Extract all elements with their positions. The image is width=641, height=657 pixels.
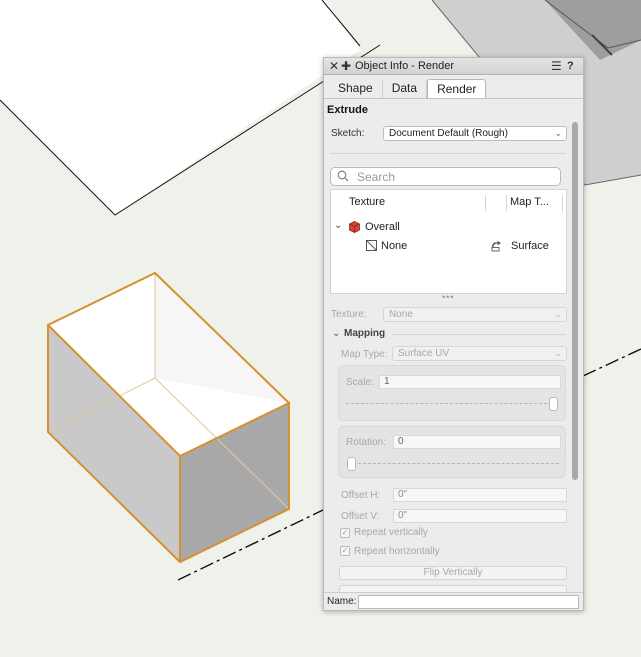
scale-group (338, 365, 566, 421)
chevron-down-icon: ⌄ (554, 348, 562, 358)
texture-tree[interactable]: Texture Map T... ⌄ Overall None Surface (330, 189, 567, 294)
tree-row-overall[interactable]: Overall (365, 221, 400, 233)
surface-mapping-icon (491, 240, 501, 252)
column-separator (562, 195, 563, 211)
column-header-map-type[interactable]: Map T... (510, 196, 549, 208)
texture-cube-icon (349, 221, 360, 233)
palette-scrollbar[interactable] (572, 122, 578, 480)
sketch-value: Document Default (Rough) (389, 128, 508, 139)
search-icon (337, 170, 349, 182)
palette-titlebar[interactable]: ✕ ✚ Object Info - Render ☰ ? (324, 58, 583, 75)
repeat-vertically-checkbox[interactable]: ✓ (340, 528, 350, 538)
search-placeholder: Search (357, 170, 396, 184)
texture-select[interactable]: None ⌄ (383, 307, 567, 322)
chevron-down-icon: ⌄ (554, 309, 562, 319)
column-separator (506, 195, 507, 211)
tab-divider (324, 98, 583, 99)
texture-label: Texture: (331, 309, 367, 320)
repeat-horizontally-checkbox[interactable]: ✓ (340, 546, 350, 556)
search-input[interactable]: Search (330, 167, 561, 186)
extrude-box[interactable] (46, 271, 291, 564)
section-divider (392, 334, 566, 335)
offset-h-field[interactable]: 0" (393, 488, 567, 502)
chevron-down-icon: ⌄ (554, 128, 562, 138)
scale-slider-track[interactable] (346, 403, 557, 404)
sketch-label: Sketch: (331, 128, 365, 139)
offset-v-field[interactable]: 0" (393, 509, 567, 523)
name-bar: Name: (324, 592, 583, 610)
sketch-select[interactable]: Document Default (Rough) ⌄ (383, 126, 567, 141)
tab-shape[interactable]: Shape (329, 79, 383, 98)
column-header-texture[interactable]: Texture (349, 196, 385, 208)
help-icon[interactable]: ? (567, 58, 574, 74)
mapping-section-title[interactable]: Mapping (344, 328, 385, 339)
tree-row-none[interactable]: None (381, 240, 407, 252)
resize-grip[interactable]: ••• (442, 292, 454, 302)
rotation-group (338, 426, 566, 478)
section-line (582, 348, 641, 377)
rotation-label: Rotation: (346, 437, 387, 448)
ground-plane (0, 0, 360, 215)
chevron-down-icon[interactable]: ⌄ (332, 328, 340, 339)
hamburger-menu-icon[interactable]: ☰ (551, 58, 562, 74)
scale-slider-knob[interactable] (549, 397, 558, 411)
flip-vertically-button[interactable]: Flip Vertically (339, 566, 567, 580)
tab-render[interactable]: Render (427, 79, 487, 99)
object-info-palette: ✕ ✚ Object Info - Render ☰ ? Shape Data … (323, 57, 584, 611)
map-type-label: Map Type: (341, 349, 388, 360)
column-separator (485, 195, 486, 211)
palette-title: Object Info - Render (355, 60, 455, 72)
plus-icon[interactable]: ✚ (341, 58, 351, 74)
chevron-down-icon[interactable]: ⌄ (334, 220, 342, 231)
rotation-slider-track[interactable] (348, 463, 559, 464)
name-label: Name: (327, 596, 357, 607)
tree-row-map-type: Surface (511, 240, 549, 252)
rotation-slider-knob[interactable] (347, 457, 356, 471)
offset-h-label: Offset H: (341, 490, 381, 501)
no-texture-icon (366, 240, 377, 251)
rotation-field[interactable]: 0 (393, 435, 561, 449)
texture-value: None (389, 309, 413, 320)
tab-data[interactable]: Data (383, 79, 428, 98)
scale-field[interactable]: 1 (379, 375, 561, 389)
close-icon[interactable]: ✕ (329, 58, 339, 74)
repeat-horizontally-label: Repeat horizontally (354, 546, 440, 557)
object-type-title: Extrude (327, 104, 368, 116)
section-divider (330, 153, 566, 154)
palette-tabs: Shape Data Render (329, 79, 487, 99)
map-type-select[interactable]: Surface UV ⌄ (392, 346, 567, 361)
scale-label: Scale: (346, 377, 374, 388)
repeat-vertically-label: Repeat vertically (354, 527, 428, 538)
offset-v-label: Offset V: (341, 511, 380, 522)
name-field[interactable] (358, 595, 579, 609)
map-type-value: Surface UV (398, 348, 450, 359)
